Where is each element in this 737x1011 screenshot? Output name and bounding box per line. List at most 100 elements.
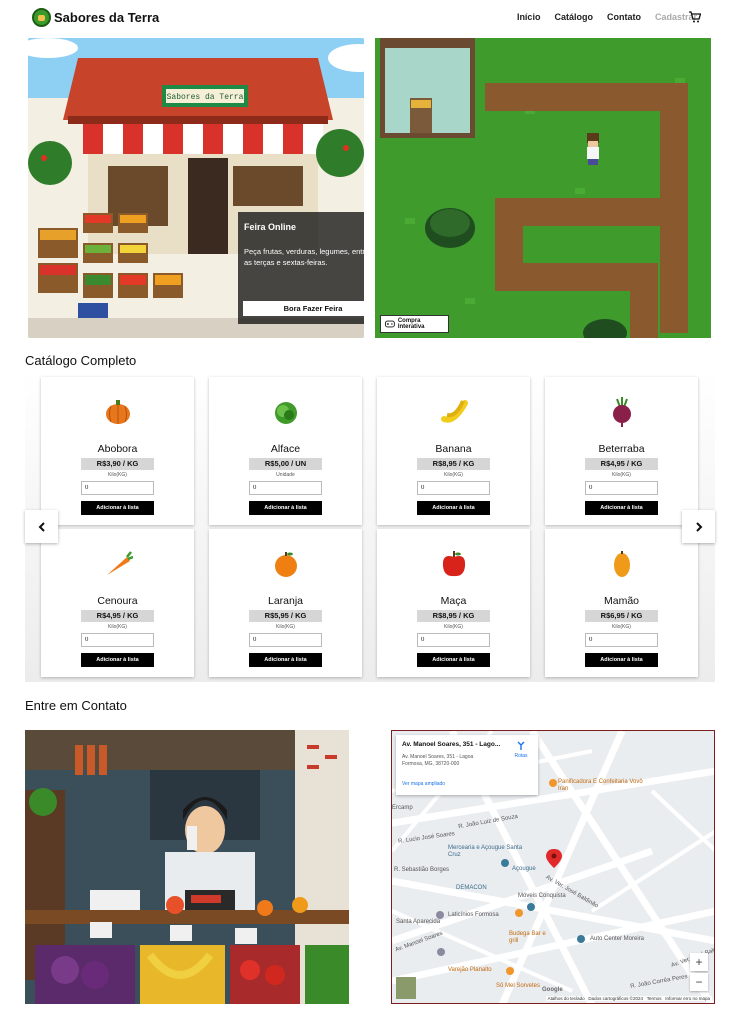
product-unit: Kilo(KG) — [612, 624, 631, 630]
product-card: Cenoura R$4,95 / KG Kilo(KG) Adicionar à… — [41, 529, 194, 677]
shopkeeper-illustration — [25, 730, 349, 1004]
map-larger-link[interactable]: Ver mapa ampliado — [402, 781, 445, 787]
cart-icon[interactable] — [689, 11, 701, 23]
google-logo: Google — [542, 987, 563, 993]
greenhouse — [380, 38, 475, 138]
product-unit: Unidade — [276, 472, 295, 478]
product-card: Banana R$8,95 / KG Kilo(KG) Adicionar à … — [377, 377, 530, 525]
map-zoom-in-button[interactable]: + — [690, 953, 708, 971]
map-label-laticinios: Laticínios Formosa — [448, 912, 499, 918]
map-terms-link[interactable]: Termos — [647, 996, 662, 1001]
pumpkin-icon — [106, 400, 130, 424]
feira-title: Feira Online — [244, 222, 297, 232]
product-price: R$4,95 / KG — [81, 610, 154, 622]
store-sign-text: Sabores da Terra — [167, 93, 244, 102]
product-unit: Kilo(KG) — [108, 624, 127, 630]
map-zoom-out-button[interactable]: − — [690, 973, 708, 991]
map-shortcuts-link[interactable]: Atalhos do teclado — [548, 996, 585, 1001]
product-name: Laranja — [267, 595, 304, 607]
add-to-list-button-cenoura[interactable]: Adicionar à lista — [81, 653, 154, 667]
add-to-list-button-laranja[interactable]: Adicionar à lista — [249, 653, 322, 667]
carrot-icon — [107, 551, 133, 575]
map-place-title: Av. Manoel Soares, 351 - Lago... — [402, 741, 501, 748]
product-name: Beterraba — [598, 443, 645, 455]
add-to-list-button-banana[interactable]: Adicionar à lista — [417, 501, 490, 515]
quantity-input-laranja[interactable] — [249, 633, 322, 647]
product-price: R$8,95 / KG — [417, 458, 490, 470]
map-attribution: Atalhos do teclado Dados cartográficos ©… — [545, 996, 712, 1001]
add-to-list-button-abobora[interactable]: Adicionar à lista — [81, 501, 154, 515]
compra-interativa-button[interactable]: Compra Interativa — [380, 315, 449, 333]
player-character — [587, 133, 599, 165]
nav-contato[interactable]: Contato — [607, 12, 641, 22]
map-label-demacon: DEMACON — [456, 885, 487, 891]
add-to-list-button-mamao[interactable]: Adicionar à lista — [585, 653, 658, 667]
carousel-prev-button[interactable] — [25, 510, 58, 543]
map-routes-button[interactable]: Rotas — [510, 741, 532, 759]
chevron-left-icon — [38, 521, 45, 532]
product-price: R$5,00 / UN — [249, 458, 322, 470]
nav-inicio[interactable]: Início — [517, 12, 541, 22]
product-card: Maça R$8,95 / KG Kilo(KG) Adicionar à li… — [377, 529, 530, 677]
contact-title: Entre em Contato — [25, 698, 127, 713]
quantity-input-banana[interactable] — [417, 481, 490, 495]
carousel-next-button[interactable] — [682, 510, 715, 543]
add-to-list-button-maca[interactable]: Adicionar à lista — [417, 653, 490, 667]
map-data-text: Dados cartográficos ©2024 — [588, 996, 644, 1001]
product-name: Abobora — [97, 443, 138, 455]
product-card: Abobora R$3,90 / KG Kilo(KG) Adicionar à… — [41, 377, 194, 525]
add-to-list-button-alface[interactable]: Adicionar à lista — [249, 501, 322, 515]
product-name: Banana — [435, 443, 472, 455]
product-price: R$4,95 / KG — [585, 458, 658, 470]
directions-icon — [517, 741, 525, 750]
map-label-area-2: Ercamp — [392, 805, 413, 811]
map-label-street-5: R. Sebastião Borges — [394, 867, 450, 873]
catalog-title: Catálogo Completo — [25, 353, 137, 368]
chevron-right-icon — [695, 521, 702, 532]
product-card: Beterraba R$4,95 / KG Kilo(KG) Adicionar… — [545, 377, 698, 525]
banana-icon — [441, 400, 468, 423]
product-name: Maça — [440, 595, 467, 607]
product-unit: Kilo(KG) — [612, 472, 631, 478]
compra-interativa-label: Compra Interativa — [397, 318, 425, 330]
product-name: Mamão — [603, 595, 639, 607]
product-price: R$3,90 / KG — [81, 458, 154, 470]
apple-icon — [442, 551, 466, 577]
map-embed[interactable]: Panificadora E Confeitaria Vovô Iran Mer… — [391, 730, 715, 1004]
lettuce-icon — [275, 402, 297, 424]
map-label-moveis: Móveis Conquista — [518, 893, 566, 899]
quantity-input-abobora[interactable] — [81, 481, 154, 495]
nav-catalogo[interactable]: Catálogo — [554, 12, 593, 22]
product-card: Mamão R$6,95 / KG Kilo(KG) Adicionar à l… — [545, 529, 698, 677]
map-label-budega: Budega Bar e grill — [509, 931, 546, 944]
papaya-icon — [614, 551, 630, 577]
quantity-input-maca[interactable] — [417, 633, 490, 647]
brand-logo-icon — [32, 8, 51, 27]
product-unit: Kilo(KG) — [444, 624, 463, 630]
awning — [83, 124, 323, 154]
map-label-mercearia: Mercearia e Açougue Santa Cruz — [448, 845, 523, 858]
add-to-list-button-beterraba[interactable]: Adicionar à lista — [585, 501, 658, 515]
hero-game-image: Compra Interativa — [375, 38, 711, 338]
map-label-panificadora: Panificadora E Confeitaria Vovô Iran — [558, 779, 643, 792]
product-price: R$5,95 / KG — [249, 610, 322, 622]
contact-image — [25, 730, 349, 1004]
quantity-input-alface[interactable] — [249, 481, 322, 495]
game-illustration — [375, 38, 711, 338]
map-label-area-1: Santa Aparecida — [396, 919, 441, 925]
quantity-input-cenoura[interactable] — [81, 633, 154, 647]
map-report-link[interactable]: Informar erro no mapa — [665, 996, 710, 1001]
hero-market-image: Sabores da Terra Feira Online Peça fruta… — [28, 38, 364, 338]
map-label-acougue: Açougue — [512, 866, 536, 872]
brand-name: Sabores da Terra — [54, 10, 160, 25]
bora-fazer-feira-button[interactable]: Bora Fazer Feira — [243, 301, 364, 316]
catalog-carousel: Abobora R$3,90 / KG Kilo(KG) Adicionar à… — [25, 370, 715, 682]
orange-icon — [275, 552, 297, 577]
product-price: R$8,95 / KG — [417, 610, 490, 622]
quantity-input-mamao[interactable] — [585, 633, 658, 647]
brand[interactable]: Sabores da Terra — [32, 8, 159, 27]
quantity-input-beterraba[interactable] — [585, 481, 658, 495]
product-name: Alface — [270, 443, 301, 455]
map-label-auto-center: Auto Center Moreira — [590, 936, 645, 942]
feira-card: Feira Online Peça frutas, verduras, legu… — [238, 212, 364, 324]
